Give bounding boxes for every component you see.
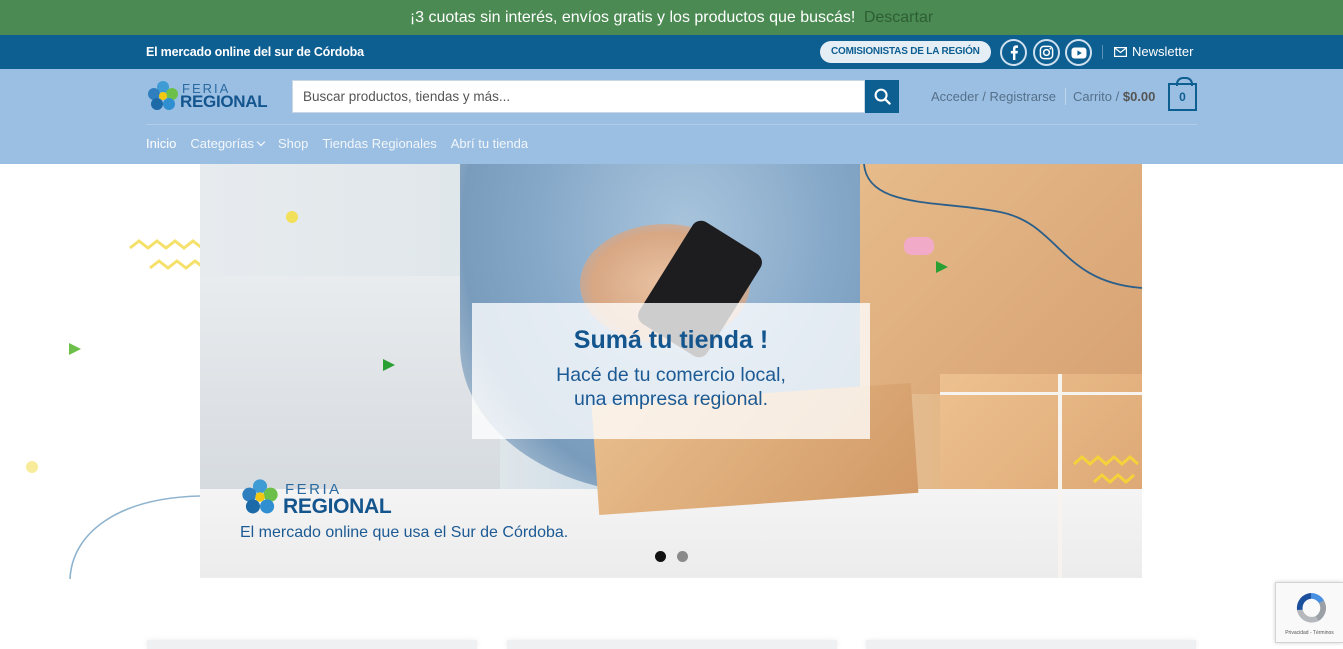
search-icon [874, 88, 891, 105]
newsletter-label: Newsletter [1132, 44, 1194, 59]
promo-text: ¡3 cuotas sin interés, envíos gratis y l… [409, 9, 856, 26]
slide-line-2: una empresa regional. [573, 388, 769, 410]
login-register-link[interactable]: Acceder / Registrarse [931, 80, 1056, 113]
yellow-dot-decoration-2 [286, 211, 298, 223]
hero-slider[interactable]: Sumá tu tienda ! Hacé de tu comercio loc… [200, 164, 1142, 578]
promo-dismiss-link[interactable]: Descartar [864, 9, 933, 26]
recaptcha-icon [1296, 593, 1327, 623]
slide-logo-regional-text: REGIONAL [283, 495, 392, 518]
slide-line-1: Hacé de tu comercio local, [556, 364, 786, 386]
header-divider [1065, 88, 1066, 105]
play-triangle-icon-2 [383, 359, 395, 371]
instagram-icon[interactable] [1033, 39, 1060, 66]
site-header: FERIA REGIONAL Acceder / Registrarse Car… [0, 69, 1343, 164]
chevron-down-icon [256, 137, 266, 147]
topbar-divider [1102, 45, 1103, 59]
flower-logo-icon [242, 479, 278, 514]
zigzag-decoration-right [1073, 455, 1139, 484]
logo-regional-text: REGIONAL [180, 92, 268, 111]
cart-total: $0.00 [1122, 89, 1156, 104]
category-tile-3[interactable] [866, 640, 1196, 649]
newsletter-link[interactable]: Newsletter [1114, 35, 1193, 69]
recaptcha-links[interactable]: Privacidad - Términos [1276, 630, 1343, 636]
search-form [292, 80, 899, 113]
main-nav: Inicio Categorías Shop Tiendas Regionale… [146, 131, 528, 157]
slide-heading: Sumá tu tienda ! [573, 326, 769, 354]
nav-item-categorias[interactable]: Categorías [190, 131, 266, 157]
slider-dot-2[interactable] [677, 551, 688, 562]
cart-label: Carrito / [1073, 89, 1123, 104]
cart-link[interactable]: Carrito / $0.00 [1073, 80, 1155, 113]
youtube-icon[interactable] [1065, 39, 1092, 66]
category-tile-1[interactable] [147, 640, 477, 649]
laptop-image [200, 276, 500, 496]
nav-item-abri-tu-tienda[interactable]: Abrí tu tienda [451, 131, 528, 157]
play-triangle-icon [69, 343, 81, 355]
search-input[interactable] [292, 80, 865, 113]
top-bar: El mercado online del sur de Córdoba COM… [0, 35, 1343, 69]
comisionistas-button[interactable]: COMISIONISTAS DE LA REGIÓN [820, 41, 991, 63]
flower-logo-icon [148, 81, 178, 110]
facebook-icon[interactable] [1000, 39, 1027, 66]
pink-pill-decoration [904, 237, 934, 255]
yellow-dot-decoration [26, 461, 38, 473]
string-decoration-2 [940, 392, 1142, 395]
site-tagline: El mercado online del sur de Córdoba [146, 45, 364, 59]
slider-dot-1[interactable] [655, 551, 666, 562]
nav-item-categorias-label: Categorías [190, 136, 254, 151]
slide-tagline: El mercado online que usa el Sur de Córd… [240, 524, 569, 541]
category-tile-2[interactable] [507, 640, 837, 649]
slide-logo: FERIA REGIONAL [240, 477, 400, 518]
header-divider-line [146, 124, 1197, 125]
cart-count-icon[interactable]: 0 [1168, 77, 1197, 111]
curve-decoration [863, 164, 1142, 289]
play-triangle-icon-3 [936, 261, 948, 273]
zigzag-decoration-left [129, 239, 205, 270]
slide-promo-card: Sumá tu tienda ! Hacé de tu comercio loc… [472, 303, 870, 439]
nav-item-shop[interactable]: Shop [278, 131, 308, 157]
promo-bar: ¡3 cuotas sin interés, envíos gratis y l… [0, 0, 1343, 35]
arc-decoration-left [69, 495, 201, 580]
site-logo[interactable]: FERIA REGIONAL [146, 79, 268, 113]
recaptcha-badge[interactable]: Privacidad - Términos [1275, 582, 1343, 643]
string-decoration [1058, 374, 1062, 578]
nav-item-inicio[interactable]: Inicio [146, 131, 176, 157]
search-button[interactable] [865, 80, 899, 113]
nav-item-tiendas-regionales[interactable]: Tiendas Regionales [322, 131, 436, 157]
envelope-icon [1114, 47, 1127, 57]
